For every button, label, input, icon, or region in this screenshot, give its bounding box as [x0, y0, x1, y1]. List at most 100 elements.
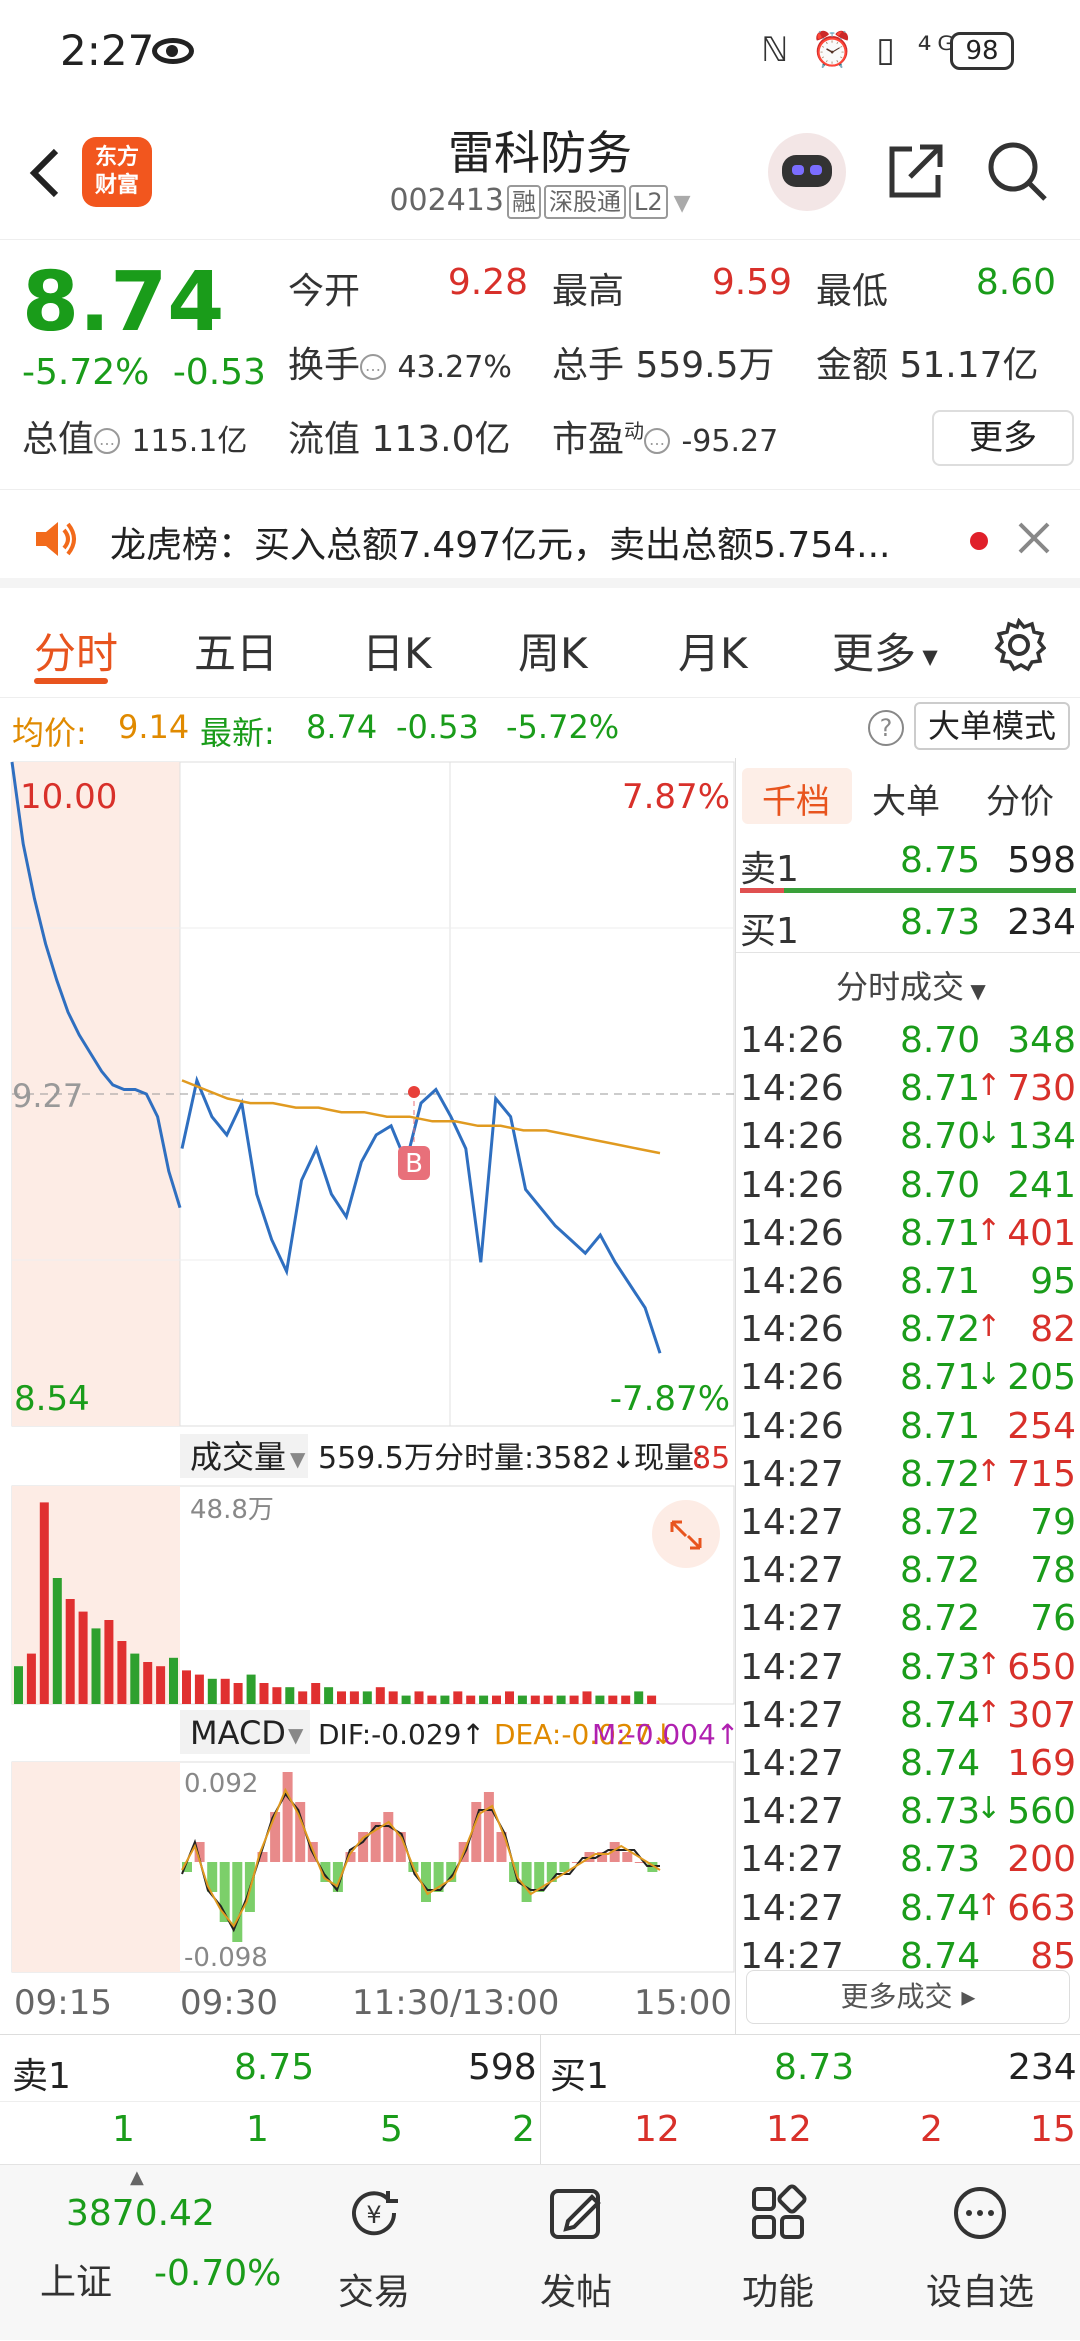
tick-direction-icon: ↑ [976, 1309, 1002, 1345]
avg-info-bar: 均价: 9.14 最新: 8.74 -0.53 -5.72% ? 大单模式 [0, 698, 1080, 758]
tab-big-orders[interactable]: 大单 [872, 774, 940, 823]
help-icon[interactable]: ? [868, 710, 904, 746]
info-icon[interactable]: … [360, 354, 387, 380]
tick-price: 8.72 [900, 1550, 981, 1592]
ticks-title[interactable]: 分时成交 ▼ [836, 962, 986, 1008]
tab-level-book[interactable]: 千档 [762, 774, 830, 823]
ticks-title-text: 分时成交 [836, 968, 965, 1006]
macd-max-label: 0.092 [184, 1769, 258, 1799]
avg-price-line [181, 1079, 661, 1155]
nav-watchlist[interactable]: 设自选 [900, 2165, 1060, 2341]
tab-more[interactable]: 更多 ▼ [832, 620, 938, 681]
volume-bar [182, 1670, 191, 1704]
chart-area[interactable]: 10.00 9.27 8.54 7.87% -7.87% B 成交量 ▼ 559… [0, 758, 739, 2034]
tick-price: 8.71 [900, 1212, 981, 1254]
volume-bar [337, 1691, 346, 1704]
volume-total: 559.5万 [318, 1441, 434, 1476]
share-icon[interactable] [884, 139, 948, 203]
macd-bar [483, 1792, 494, 1862]
tick-direction-icon: ↑ [976, 1068, 1002, 1104]
x-tick-label: 09:30 [180, 1983, 278, 2023]
index-value: 3870.42 [66, 2193, 215, 2234]
volume-bar [440, 1695, 450, 1704]
tick-time: 14:26 [740, 1164, 844, 1206]
eye-icon [152, 38, 194, 64]
gear-icon[interactable] [992, 618, 1046, 672]
triangle-down-icon[interactable]: ▼ [674, 191, 691, 216]
volume-bar [311, 1683, 321, 1704]
volume-bar [556, 1695, 566, 1704]
high-label: 最高 [552, 271, 625, 312]
tab-intraday[interactable]: 分时 [34, 620, 118, 681]
info-icon[interactable]: … [644, 428, 671, 454]
tick-time: 14:26 [740, 1068, 844, 1110]
notice-bar[interactable]: 龙虎榜：买入总额7.497亿元，卖出总额5.754... [0, 490, 1080, 588]
tick-time: 14:26 [740, 1357, 844, 1399]
tick-time: 14:26 [740, 1212, 844, 1254]
triangle-down-icon: ▼ [288, 1723, 304, 1747]
x-tick-label: 11:30/13:00 [352, 1983, 559, 2023]
macd-bar [622, 1852, 633, 1862]
turnover-label: 换手… 43.27% [288, 336, 512, 388]
y-bottom-label: 8.54 [14, 1379, 90, 1419]
divider [540, 2035, 541, 2165]
tick-price: 8.71 [900, 1261, 981, 1302]
nav-functions[interactable]: 功能 [698, 2165, 858, 2341]
tick-row: 14:27 8.72 78 [740, 1550, 1076, 1598]
volume-bar [453, 1691, 463, 1704]
tick-row: 14:27 8.73 ↑ 650 [740, 1647, 1076, 1695]
pe-label: 市盈动… -95.27 [552, 410, 778, 462]
bid-price: 8.73 [900, 902, 981, 943]
tick-row: 14:26 8.71 254 [740, 1406, 1076, 1454]
divider [0, 2101, 1080, 2102]
stock-name: 雷科防务 [448, 126, 632, 180]
macd-bar [521, 1862, 532, 1902]
pe-value: -95.27 [681, 424, 779, 459]
tick-volume: 401 [1007, 1212, 1076, 1254]
index-pct: -0.70% [154, 2253, 282, 2294]
nav-post[interactable]: 发帖 [496, 2165, 656, 2341]
volume-bar [349, 1691, 359, 1704]
tick-time: 14:27 [740, 1791, 844, 1833]
low-label: 最低 [816, 271, 889, 312]
macd-title: MACD [190, 1714, 286, 1752]
app-logo-text: 东方财富 [94, 145, 139, 198]
info-icon[interactable]: … [94, 428, 121, 454]
volume-bar [427, 1695, 437, 1704]
index-widget[interactable]: ▲ 3870.42 上证 -0.70% [0, 2165, 282, 2341]
tick-price: 8.72 [900, 1502, 981, 1543]
search-icon[interactable] [985, 139, 1049, 203]
y-top-label: 10.00 [20, 777, 117, 817]
tick-volume: 79 [1030, 1502, 1076, 1543]
triangle-down-icon: ▼ [290, 1447, 306, 1471]
volume-bar [388, 1691, 398, 1704]
more-ticks-button[interactable]: 更多成交 ▸ [746, 1970, 1070, 2024]
volume-bar [621, 1695, 631, 1704]
pe-superscript: 动 [624, 419, 645, 443]
more-quote-button[interactable]: 更多 [932, 410, 1074, 466]
tab-five-day[interactable]: 五日 [194, 620, 278, 681]
tab-more-label: 更多 [832, 629, 917, 678]
tab-daily-k[interactable]: 日K [362, 620, 432, 681]
open-label: 今开 [288, 271, 361, 312]
big-order-mode-button[interactable]: 大单模式 [914, 702, 1070, 750]
volume-bar [130, 1653, 140, 1704]
chevron-left-icon[interactable] [18, 143, 78, 203]
volume-value: 559.5万 [635, 345, 775, 386]
volume-bar [194, 1674, 204, 1704]
tick-time: 14:27 [740, 1502, 844, 1543]
volume-bar [272, 1687, 282, 1704]
tab-monthly-k[interactable]: 月K [678, 620, 748, 681]
preopen-shade [12, 1762, 180, 1972]
robot-assistant-icon[interactable] [768, 133, 846, 211]
speaker-icon [36, 522, 76, 556]
nav-trade[interactable]: ¥ 交易 [294, 2165, 454, 2341]
volume-bar [246, 1674, 256, 1704]
close-icon[interactable] [1014, 518, 1054, 558]
volume-bar [608, 1695, 618, 1704]
tick-time: 14:27 [740, 1598, 844, 1640]
macd-min-label: -0.098 [184, 1943, 268, 1973]
tick-price: 8.73 [900, 1839, 981, 1881]
tab-price-dist[interactable]: 分价 [986, 774, 1054, 823]
tab-weekly-k[interactable]: 周K [518, 620, 588, 681]
